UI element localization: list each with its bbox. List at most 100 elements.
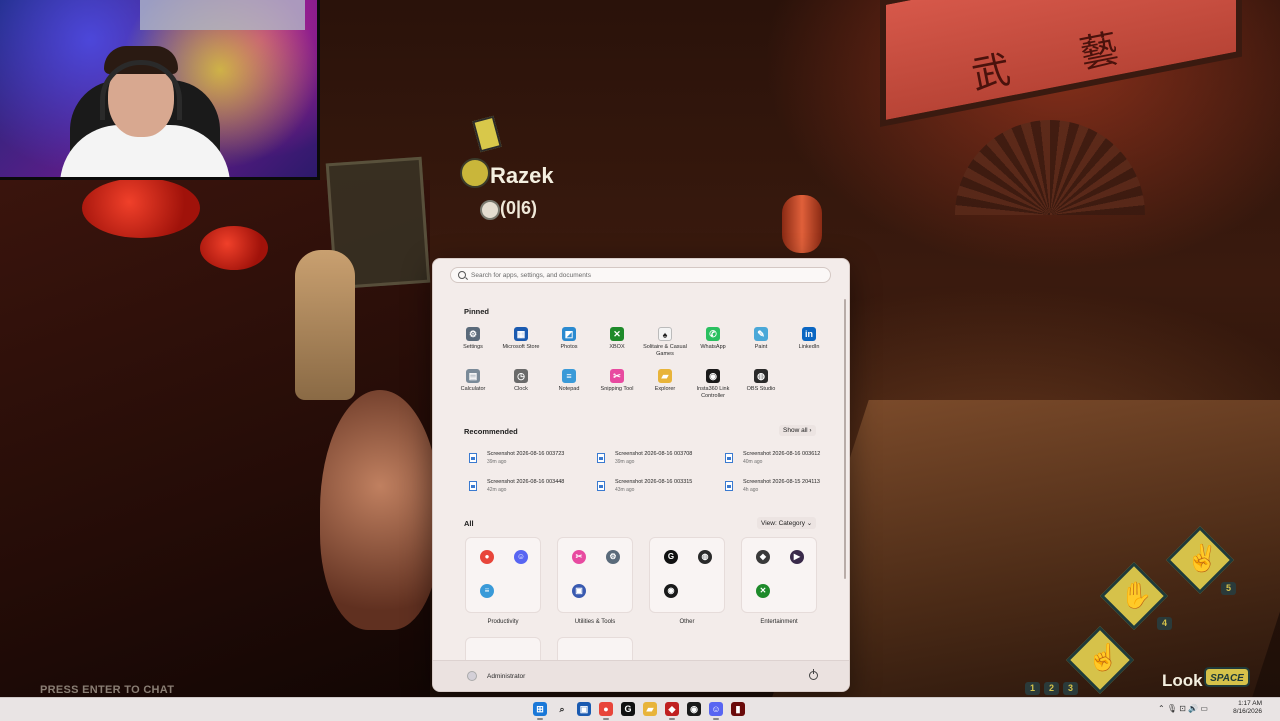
recommended-name: Screenshot 2026-08-16 003612: [743, 451, 821, 457]
image-file-icon: [597, 453, 605, 463]
search-box[interactable]: [450, 267, 831, 283]
image-file-icon: [469, 453, 477, 463]
photos-icon: ◩: [562, 327, 576, 341]
pinned-app-label: Solitaire & Casual Games: [643, 344, 687, 357]
chair-back: [320, 390, 440, 630]
search-icon[interactable]: ⌕: [555, 702, 569, 716]
player-badge-icon: [460, 158, 490, 188]
pinned-app[interactable]: ▤ Calculator: [451, 369, 495, 409]
scissors-icon: ✂: [572, 550, 586, 564]
player-name: Razek: [490, 163, 554, 188]
recommended-item[interactable]: Screenshot 2026-08-16 003612 40m ago: [721, 449, 841, 469]
card-icon: [472, 115, 502, 153]
user-name[interactable]: Administrator: [487, 673, 525, 680]
gear-icon: ⚙: [466, 327, 480, 341]
game-icon[interactable]: ◆: [665, 702, 679, 716]
pinned-app[interactable]: ✕ XBOX: [595, 327, 639, 367]
category-folder[interactable]: ◆ ▶ ✕: [741, 537, 817, 613]
category-folder[interactable]: ✂ ⚙ ▣: [557, 537, 633, 613]
menu-scroll-area[interactable]: Pinned ⚙ Settings ▦ Microsoft Store ◩ Photos ✕…: [433, 291, 849, 661]
search-icon: [458, 271, 466, 279]
pinned-app-label: Insta360 Link Controller: [696, 386, 730, 399]
start-menu-footer: Administrator: [433, 660, 849, 691]
recommended-item[interactable]: Screenshot 2026-08-16 003448 42m ago: [465, 477, 585, 497]
image-file-icon: [725, 453, 733, 463]
scissors-icon: ✂: [610, 369, 624, 383]
folder-icon[interactable]: ▰: [643, 702, 657, 716]
search-input[interactable]: [471, 268, 821, 282]
recommended-time: 40m ago: [743, 459, 763, 465]
game-icon: ◆: [756, 550, 770, 564]
game-window-icon[interactable]: ▮: [731, 702, 745, 716]
power-icon[interactable]: [809, 669, 818, 680]
chrome-icon[interactable]: ●: [599, 702, 613, 716]
category-folder[interactable]: [465, 637, 541, 661]
pinned-app-label: Paint: [754, 344, 768, 350]
pinned-app[interactable]: ✆ WhatsApp: [691, 327, 735, 367]
start-menu: Pinned ⚙ Settings ▦ Microsoft Store ◩ Photos ✕…: [432, 258, 850, 692]
system-tray[interactable]: ⌃ 🎙 ⊡ 🔊 ▭: [1158, 704, 1208, 713]
gg-icon[interactable]: G: [621, 702, 635, 716]
key-hint: 4: [1157, 617, 1172, 630]
pinned-app[interactable]: ◉ Insta360 Link Controller: [691, 369, 735, 409]
chat-hint: PRESS ENTER TO CHAT: [40, 684, 175, 696]
webcam-overlay: [0, 0, 320, 180]
pinned-app-label: Clock: [514, 386, 528, 392]
folder-icon: ▰: [658, 369, 672, 383]
key-hint: 1: [1025, 682, 1040, 695]
pinned-app[interactable]: ♠ Solitaire & Casual Games: [643, 327, 687, 367]
xbox-icon: ✕: [756, 584, 770, 598]
task-view-icon[interactable]: ▣: [577, 702, 591, 716]
recommended-heading: Recommended: [464, 427, 518, 436]
space-key: SPACE: [1204, 667, 1250, 687]
pinned-heading: Pinned: [464, 307, 490, 316]
gear-icon: ⚙: [606, 550, 620, 564]
recommended-item[interactable]: Screenshot 2026-08-16 003708 39m ago: [593, 449, 713, 469]
recommended-item[interactable]: Screenshot 2026-08-15 204113 4h ago: [721, 477, 841, 497]
discord-icon: ☺: [514, 550, 528, 564]
pinned-app-label: Photos: [560, 344, 578, 350]
recommended-time: 4h ago: [743, 487, 759, 493]
pinned-app-label: Settings: [463, 344, 483, 350]
folder-label: Utilities & Tools: [574, 619, 616, 625]
recommended-item[interactable]: Screenshot 2026-08-16 003315 43m ago: [593, 477, 713, 497]
recommended-time: 39m ago: [615, 459, 635, 465]
all-heading: All: [464, 519, 474, 528]
clock-time[interactable]: 1:17 AM: [1232, 700, 1262, 707]
peace-hand-icon: ✌: [1186, 543, 1219, 573]
recommended-name: Screenshot 2026-08-16 003723: [487, 451, 565, 457]
webcam-frame: [0, 0, 320, 180]
clock-date[interactable]: 8/16/2026: [1228, 708, 1262, 715]
scrollbar[interactable]: [844, 299, 846, 579]
pinned-app[interactable]: ✂ Snipping Tool: [595, 369, 639, 409]
pinned-app[interactable]: ▰ Explorer: [643, 369, 687, 409]
obs-icon: ◍: [698, 550, 712, 564]
camera-icon: ◉: [664, 584, 678, 598]
giraffe-character: [295, 250, 355, 400]
recommended-item[interactable]: Screenshot 2026-08-16 003723 39m ago: [465, 449, 585, 469]
pinned-app[interactable]: ◩ Photos: [547, 327, 591, 367]
pinned-app[interactable]: ⚙ Settings: [451, 327, 495, 367]
camera-icon[interactable]: ◉: [687, 702, 701, 716]
pinned-app[interactable]: ◍ OBS Studio: [739, 369, 783, 409]
pinned-app-label: Microsoft Store: [502, 344, 540, 350]
discord-icon[interactable]: ☺: [709, 702, 723, 716]
cards-icon: ♠: [658, 327, 672, 341]
player-score: (0|6): [500, 198, 538, 218]
start-icon[interactable]: ⊞: [533, 702, 547, 716]
show-all-button[interactable]: Show all ›: [779, 425, 816, 436]
pinned-app[interactable]: in LinkedIn: [787, 327, 831, 367]
category-folder[interactable]: [557, 637, 633, 661]
obs-icon: ◍: [754, 369, 768, 383]
pinned-app[interactable]: ▦ Microsoft Store: [499, 327, 543, 367]
pinned-app[interactable]: ≡ Notepad: [547, 369, 591, 409]
media-player-icon: ▶: [790, 550, 804, 564]
pinned-app-label: Explorer: [654, 386, 676, 392]
category-folder[interactable]: ● ☺ ≡: [465, 537, 541, 613]
pinned-app[interactable]: ◷ Clock: [499, 369, 543, 409]
user-avatar[interactable]: [467, 671, 477, 681]
pinned-app[interactable]: ✎ Paint: [739, 327, 783, 367]
view-category-button[interactable]: View: Category ⌄: [757, 517, 817, 529]
category-folder[interactable]: G ◍ ◉: [649, 537, 725, 613]
remote-icon: ▣: [572, 584, 586, 598]
